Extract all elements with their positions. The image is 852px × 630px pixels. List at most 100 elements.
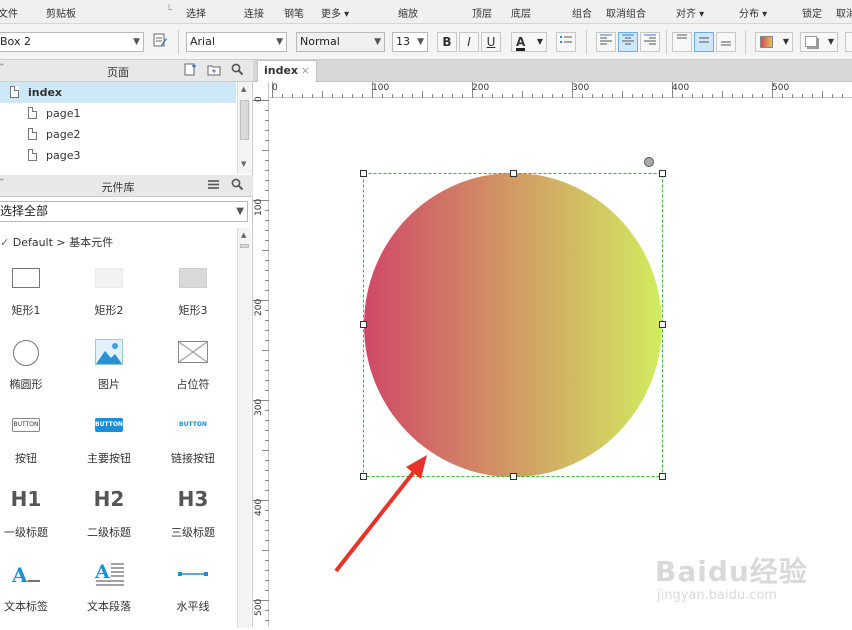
h-ruler-label: 300 [572,83,590,93]
font-family-select[interactable]: Arial ▼ [186,32,287,52]
align-middle-button[interactable] [694,32,714,52]
widget-heading1[interactable]: H1 一级标题 [0,482,64,552]
page-item-page3[interactable]: page3 [0,145,236,166]
resize-handle[interactable] [510,170,517,177]
widget-horizontal-line[interactable]: 水平线 [155,556,231,626]
widget-rectangle1[interactable]: 矩形1 [0,260,64,330]
widget-link-button[interactable]: BUTTON 链接按钮 [155,408,231,478]
add-page-icon[interactable] [184,63,197,79]
page-item-index[interactable]: index [0,82,236,103]
library-scrollbar[interactable]: ▲ [237,228,251,628]
link-button-icon: BUTTON [179,421,207,428]
resize-handle[interactable] [659,170,666,177]
italic-button[interactable]: I [459,32,479,52]
bullet-list-button[interactable] [556,32,576,52]
font-family-value: Arial [190,35,215,48]
tab-index[interactable]: index × [257,60,317,82]
align-bottom-button[interactable] [716,32,736,52]
resize-handle[interactable] [360,170,367,177]
menu-ungroup[interactable]: 取消组合 [606,5,646,20]
heading2-icon: H2 [93,487,125,511]
scroll-up-icon[interactable]: ▲ [241,85,246,93]
widget-heading2[interactable]: H2 二级标题 [71,482,147,552]
widget-heading3[interactable]: H3 三级标题 [155,482,231,552]
menu-bring-front[interactable]: 顶层 [472,5,492,20]
search-icon[interactable] [231,63,244,79]
gradient-circle-shape[interactable] [364,173,662,477]
page-item-label: page3 [46,149,81,162]
align-right-button[interactable] [640,32,660,52]
library-filter-select[interactable]: 选择全部 ▼ [0,201,248,222]
align-left-button[interactable] [596,32,616,52]
select-mode-icon: └ [166,5,173,16]
menu-send-back[interactable]: 底层 [511,5,531,20]
close-icon[interactable]: × [301,61,310,81]
font-size-select[interactable]: 13 ▼ [392,32,428,52]
widget-ellipse[interactable]: 椭圆形 [0,334,64,404]
design-canvas[interactable] [270,99,852,627]
menu-zoom[interactable]: 缩放 [398,5,418,20]
menu-pen[interactable]: 钢笔 [284,5,304,20]
menu-more[interactable]: 更多 ▾ [321,5,349,20]
library-panel-title: 元件库 [101,181,135,194]
left-sidebar: ⌃ 页面 index page1 page2 page3 ▲ ▼ ⌃ 元件库 选… [0,60,253,628]
align-top-button[interactable] [672,32,692,52]
chevron-down-icon: ▼ [276,37,283,47]
heading3-icon: H3 [177,487,209,511]
page-item-page1[interactable]: page1 [0,103,236,124]
menu-icon[interactable] [207,178,220,194]
resize-handle[interactable] [360,473,367,480]
rectangle-outline-icon [12,268,40,288]
resize-handle[interactable] [659,473,666,480]
pages-scrollbar[interactable]: ▲ ▼ [237,82,251,174]
menu-file[interactable]: 文件 [0,5,18,20]
menu-select[interactable]: 选择 [186,5,206,20]
widget-placeholder[interactable]: 占位符 [155,334,231,404]
bold-button[interactable]: B [437,32,457,52]
widget-text-label[interactable]: A 文本标签 [0,556,64,626]
resize-handle[interactable] [360,321,367,328]
menu-clipboard[interactable]: 剪贴板 [46,5,76,20]
scrollbar-thumb[interactable] [240,244,249,248]
font-color-button[interactable]: A ▼ [511,32,547,52]
border-color-button[interactable] [845,32,852,52]
menu-align[interactable]: 对齐 ▾ [676,5,704,20]
menu-unlock[interactable]: 取消 [836,5,852,20]
widget-primary-button[interactable]: BUTTON 主要按钮 [71,408,147,478]
menu-group[interactable]: 组合 [572,5,592,20]
menu-connect[interactable]: 连接 [244,5,264,20]
image-icon [95,339,123,365]
font-style-select[interactable]: Normal ▼ [296,32,385,52]
menu-lock[interactable]: 锁定 [802,5,822,20]
resize-handle[interactable] [510,473,517,480]
add-folder-icon[interactable] [207,63,221,79]
scrollbar-thumb[interactable] [240,100,249,140]
page-item-label: index [28,86,63,99]
shape-name-select[interactable]: Box 2 ▼ [0,32,144,52]
resize-handle[interactable] [659,321,666,328]
widget-button[interactable]: BUTTON 按钮 [0,408,64,478]
pages-panel-title: 页面 [107,66,129,79]
widget-text-paragraph[interactable]: A 文本段落 [71,556,147,626]
search-icon[interactable] [231,178,244,194]
widget-label: 文本段落 [87,600,131,613]
library-breadcrumb[interactable]: ✓ Default > 基本元件 [0,234,113,250]
scroll-up-icon[interactable]: ▲ [241,231,246,239]
fill-color-button[interactable]: ▼ [755,32,793,52]
library-filter-value: 选择全部 [0,204,49,218]
widget-rectangle2[interactable]: 矩形2 [71,260,147,330]
primary-button-icon: BUTTON [95,418,123,432]
font-size-value: 13 [396,35,410,48]
edit-style-icon[interactable] [150,32,170,52]
widget-rectangle3[interactable]: 矩形3 [155,260,231,330]
library-breadcrumb-text: Default > 基本元件 [12,236,114,249]
scroll-down-icon[interactable]: ▼ [241,160,246,168]
menu-distribute[interactable]: 分布 ▾ [739,5,767,20]
format-toolbar: Box 2 ▼ Arial ▼ Normal ▼ 13 ▼ B I U A ▼ [0,24,852,60]
page-item-page2[interactable]: page2 [0,124,236,145]
rotate-handle[interactable] [644,157,654,167]
widget-image[interactable]: 图片 [71,334,147,404]
align-center-button[interactable] [618,32,638,52]
shadow-button[interactable]: ▼ [800,32,838,52]
underline-button[interactable]: U [481,32,501,52]
